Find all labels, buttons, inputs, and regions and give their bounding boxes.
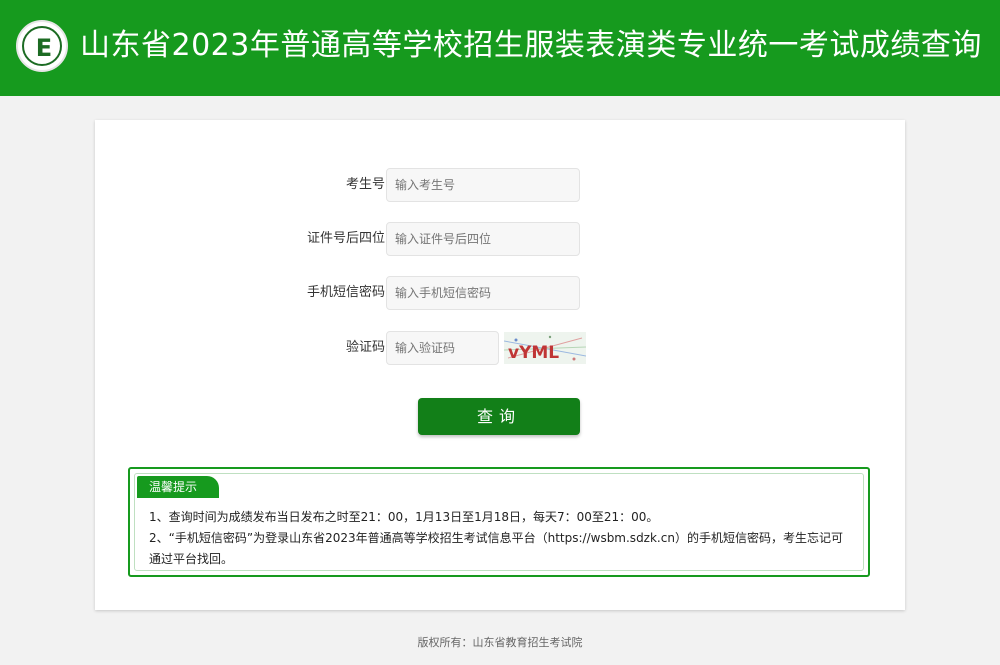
captcha-char-1: vYML (508, 343, 559, 363)
exam-no-label: 考生号 (345, 177, 385, 192)
captcha-image[interactable]: vYML (504, 332, 586, 364)
id-last4-input[interactable] (386, 222, 580, 256)
notice-inner: 温馨提示 1、查询时间为成绩发布当日发布之时至21：00，1月13日至1月18日… (134, 473, 864, 571)
notice-text: 1、查询时间为成绩发布当日发布之时至21：00，1月13日至1月18日，每天7：… (149, 507, 851, 570)
page-header: E 山东省2023年普通高等学校招生服装表演类专业统一考试成绩查询 (0, 0, 1000, 96)
logo: E (16, 20, 68, 72)
captcha-input[interactable] (386, 331, 499, 365)
notice-line-2: 2、“手机短信密码”为登录山东省2023年普通高等学校招生考试信息平台（http… (149, 531, 843, 566)
notice-box: 温馨提示 1、查询时间为成绩发布当日发布之时至21：00，1月13日至1月18日… (128, 467, 870, 577)
exam-no-input[interactable] (386, 168, 580, 202)
footer-copyright: 版权所有：山东省教育招生考试院 (417, 636, 583, 649)
logo-ring: E (22, 26, 62, 66)
sms-password-label: 手机短信密码 (306, 285, 385, 300)
notice-line-1: 1、查询时间为成绩发布当日发布之时至21：00，1月13日至1月18日，每天7：… (149, 510, 659, 524)
notice-title: 温馨提示 (137, 476, 219, 498)
query-button[interactable]: 查询 (418, 398, 580, 435)
sms-password-input[interactable] (386, 276, 580, 310)
query-card: 考生号 证件号后四位 手机短信密码 验证码 vYML 查询 温馨提示 1、查询时… (95, 120, 905, 610)
page-title: 山东省2023年普通高等学校招生服装表演类专业统一考试成绩查询 (80, 28, 982, 63)
id-last4-label: 证件号后四位 (306, 231, 385, 246)
captcha-label: 验证码 (345, 340, 385, 355)
logo-letter: E (35, 34, 53, 62)
